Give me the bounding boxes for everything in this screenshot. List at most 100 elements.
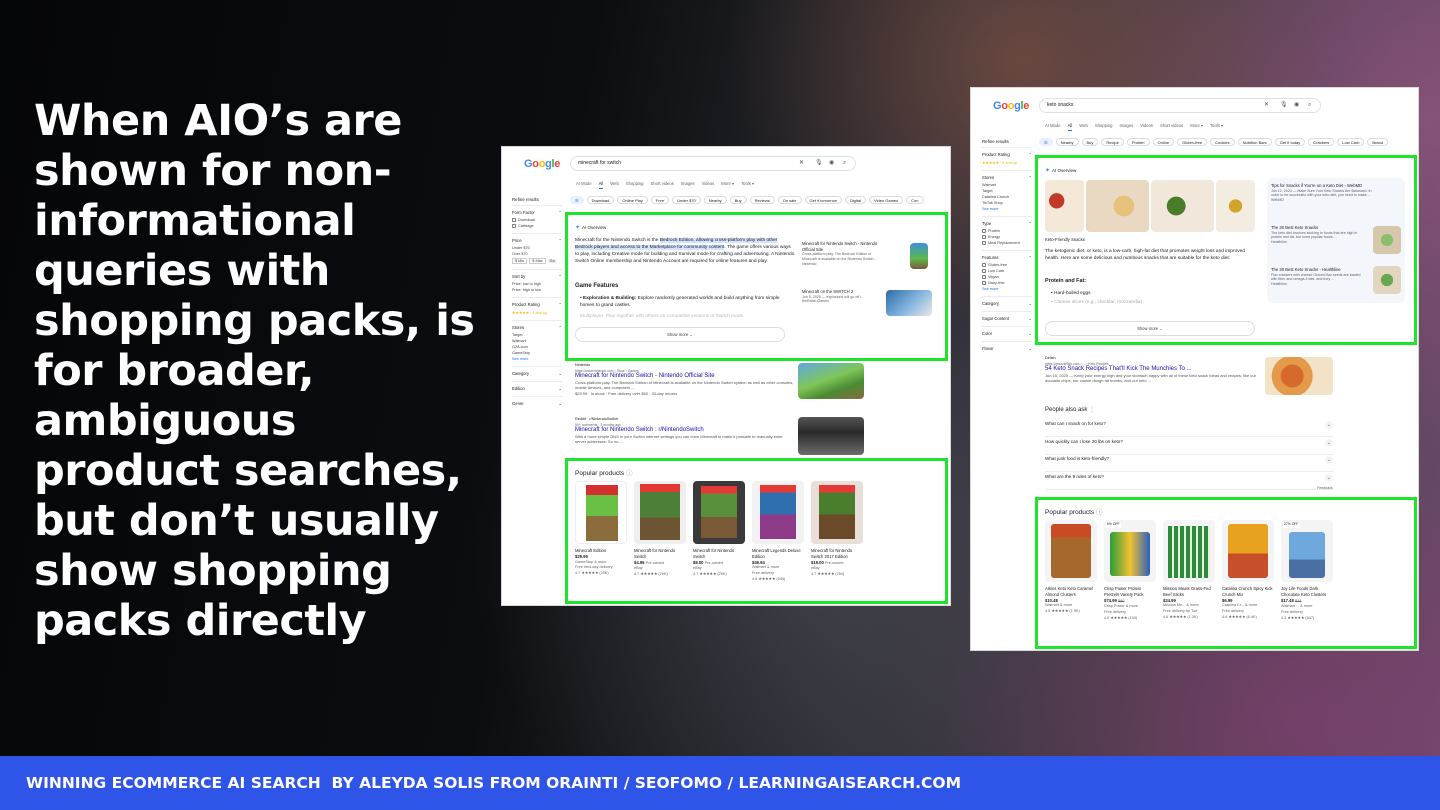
search-input[interactable]: minecraft for switch ✕ 🎙 ◉ ⌕ (570, 156, 856, 171)
see-more-link[interactable]: See more (982, 207, 1032, 211)
tab[interactable]: Short videos (651, 181, 674, 189)
search-result[interactable]: Nintendo https://www.nintendo.com › Stor… (575, 363, 795, 396)
chip[interactable]: Free (650, 196, 670, 204)
chip[interactable]: Con (906, 196, 924, 204)
tab[interactable]: Videos (1140, 123, 1153, 131)
chip[interactable]: Online Play (617, 196, 648, 204)
tab[interactable]: Tools ▾ (1210, 123, 1223, 131)
chip[interactable]: Crackers (1308, 138, 1335, 146)
filter-group-title[interactable]: Type (982, 221, 991, 226)
filter-option[interactable]: Target (512, 333, 562, 337)
tab[interactable]: More ▾ (721, 181, 734, 189)
chip[interactable]: Under $70 (672, 196, 701, 204)
filter-option[interactable]: Dairy-free (982, 281, 1032, 285)
clear-icon[interactable]: ✕ (799, 157, 804, 170)
chip[interactable]: Nearby (703, 196, 727, 204)
filter-group-title[interactable]: Edition (512, 386, 525, 391)
tab[interactable]: AI Mode (1045, 123, 1061, 131)
filter-option[interactable]: Price: low to high (512, 282, 562, 286)
filter-option[interactable]: Price: high to low (512, 288, 562, 292)
chip[interactable]: Buy (1081, 138, 1099, 146)
search-result[interactable]: Reddit · r/NintendoSwitch 50+ comments ·… (575, 417, 795, 445)
clear-icon[interactable]: ✕ (1264, 99, 1269, 112)
chip[interactable]: Protein (1126, 138, 1150, 146)
rating-filter[interactable]: ★★★★★ · 4 and up (982, 160, 1032, 165)
chip[interactable]: On sale (777, 196, 802, 204)
microphone-icon[interactable]: 🎙 (1280, 99, 1288, 112)
filter-group-title[interactable]: Sugar Content (982, 316, 1009, 321)
chip[interactable]: Buy (729, 196, 747, 204)
filter-group-title[interactable]: Price (512, 238, 522, 243)
filter-group-title[interactable]: Flavor (982, 346, 994, 351)
camera-icon[interactable]: ◉ (1294, 99, 1299, 112)
rating-filter[interactable]: ★★★★★ · 4 and up (512, 310, 562, 315)
filter-option[interactable]: G2A.com (512, 345, 562, 349)
tab-active[interactable]: All (1067, 123, 1073, 131)
chip[interactable]: Recipe (1101, 138, 1124, 146)
tab-active[interactable]: All (598, 181, 604, 189)
filter-option[interactable]: Target (982, 189, 1032, 193)
camera-icon[interactable]: ◉ (829, 157, 834, 170)
chip[interactable]: Get it tomorrow (804, 196, 842, 204)
tab[interactable]: More ▾ (1190, 123, 1203, 131)
filter-option[interactable]: Download (512, 218, 562, 222)
paa-question[interactable]: What junk food is keto-friendly? ⌄ (1045, 456, 1333, 472)
tab[interactable]: AI Mode (576, 181, 592, 189)
filter-group-title[interactable]: Features (982, 255, 999, 260)
filter-option[interactable]: Walmart (512, 339, 562, 343)
see-more-link[interactable]: See more (512, 357, 562, 361)
filter-option[interactable]: Meal Replacement (982, 241, 1032, 245)
chip[interactable]: Online (1152, 138, 1175, 146)
filter-option[interactable]: Vegan (982, 275, 1032, 279)
filter-group-title[interactable]: Product Rating (982, 152, 1010, 157)
filter-option[interactable]: Gluten-free (982, 263, 1032, 267)
feedback-link[interactable]: Feedback (1317, 485, 1333, 492)
chip[interactable]: Low Carb (1337, 138, 1365, 146)
chip[interactable]: Gluten-free (1177, 138, 1208, 146)
filter-group-title[interactable]: Stores (512, 325, 524, 330)
filter-option[interactable]: Energy (982, 235, 1032, 239)
see-more-link[interactable]: See more (982, 287, 1032, 291)
search-icon[interactable]: ⌕ (843, 157, 846, 170)
filter-option[interactable]: Protein (982, 229, 1032, 233)
filters-chip-icon[interactable]: ☰ (1039, 138, 1053, 146)
filter-group-title[interactable]: Color (982, 331, 992, 336)
search-result[interactable]: Delish https://www.delish.com › ... › Ke… (1045, 356, 1259, 384)
tab[interactable]: Videos (702, 181, 715, 189)
tab[interactable]: Web (610, 181, 619, 189)
price-go-button[interactable]: Go (547, 259, 557, 263)
tab[interactable]: Shopping (626, 181, 644, 189)
tab[interactable]: Short videos (1160, 123, 1183, 131)
search-input[interactable]: keto snacks ✕ 🎙 ◉ ⌕ (1039, 98, 1321, 113)
filter-group-title[interactable]: Sort by (512, 274, 525, 279)
filter-group-title[interactable]: Stores (982, 175, 994, 180)
filter-option[interactable]: Over $70 (512, 252, 562, 256)
chip[interactable]: Reviews (749, 196, 775, 204)
chip[interactable]: Download (586, 196, 615, 204)
paa-question[interactable]: How quickly can I lose 20 lbs on keto? ⌄ (1045, 439, 1333, 455)
filter-option[interactable]: Low Carb (982, 269, 1032, 273)
price-max-input[interactable]: $ Max (529, 258, 546, 264)
chip[interactable]: Cookies (1210, 138, 1235, 146)
filter-group-title[interactable]: Category (512, 371, 529, 376)
tab[interactable]: Images (681, 181, 695, 189)
filter-option[interactable]: TikTok Shop (982, 201, 1032, 205)
chip[interactable]: Nutrition Bars (1237, 138, 1272, 146)
filters-chip-icon[interactable]: ☰ (570, 196, 584, 204)
filter-option[interactable]: Under $70 (512, 246, 562, 250)
filter-group-title[interactable]: Category (982, 301, 999, 306)
filter-option[interactable]: Walmart (982, 183, 1032, 187)
chip[interactable]: Get it today (1274, 138, 1306, 146)
filter-option[interactable]: Cartridge (512, 224, 562, 228)
price-min-input[interactable]: $ Min (512, 258, 528, 264)
tab[interactable]: Tools ▾ (741, 181, 754, 189)
chip[interactable]: Video Games (868, 196, 904, 204)
filter-option[interactable]: Catalina Crunch (982, 195, 1032, 199)
filter-group-title[interactable]: Form Factor (512, 210, 535, 215)
paa-question[interactable]: What can I snack on for keto? ⌄ (1045, 421, 1333, 437)
tab[interactable]: Images (1120, 123, 1134, 131)
chip[interactable]: Digital (844, 196, 866, 204)
filter-group-title[interactable]: Genre (512, 401, 524, 406)
filter-group-title[interactable]: Product Rating (512, 302, 540, 307)
tab[interactable]: Web (1079, 123, 1088, 131)
